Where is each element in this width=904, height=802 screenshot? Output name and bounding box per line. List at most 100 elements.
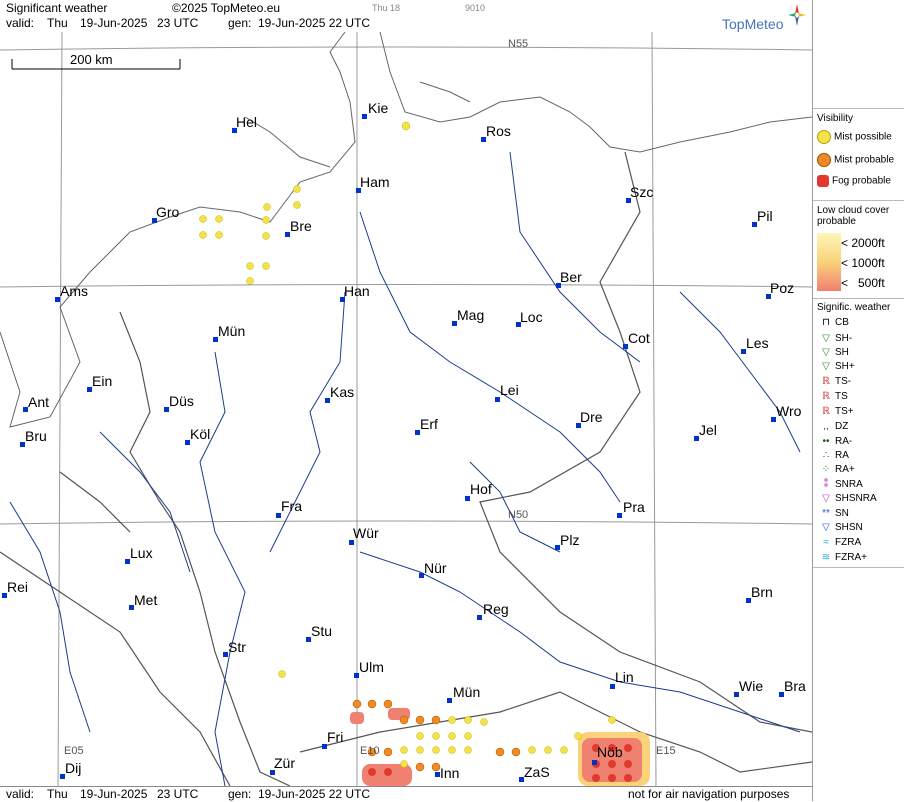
- legend-item-label: SH: [835, 347, 849, 358]
- city-label[interactable]: Ber: [560, 269, 582, 285]
- city-label[interactable]: Zür: [274, 755, 295, 771]
- city-label[interactable]: Lin: [615, 669, 634, 685]
- city-label[interactable]: Kie: [368, 100, 388, 116]
- city-label[interactable]: Pra: [623, 499, 645, 515]
- city-label[interactable]: Les: [746, 335, 769, 351]
- city-label[interactable]: ZaS: [524, 764, 550, 780]
- footer-valid-day: Thu: [47, 787, 68, 801]
- city-label[interactable]: Loc: [520, 309, 543, 325]
- city-label[interactable]: Plz: [560, 532, 579, 548]
- weather-map[interactable]: 200 km N55 N50 E05 E10 E15 Hel Kie Ros H…: [0, 32, 812, 786]
- valid-day: Thu: [47, 16, 68, 30]
- rain-heavy-icon: ⁘: [821, 464, 831, 475]
- city-label[interactable]: Pil: [757, 208, 773, 224]
- city-label[interactable]: Ros: [486, 123, 511, 139]
- city-label[interactable]: Hel: [236, 114, 257, 130]
- city-label[interactable]: Rei: [7, 579, 28, 595]
- city-label[interactable]: Nöb: [597, 744, 623, 760]
- mist-probable-label: Mist probable: [834, 154, 895, 166]
- city-label[interactable]: Nür: [424, 560, 447, 576]
- legend-item-label: DZ: [835, 421, 849, 432]
- legend-item-label: SHSN: [835, 522, 863, 533]
- lc-1000-label: < 1000ft: [841, 256, 885, 270]
- city-label[interactable]: Jel: [699, 422, 717, 438]
- thunderstorm-heavy-icon: ℝ: [822, 406, 830, 417]
- city-label[interactable]: Dij: [65, 760, 81, 776]
- low-cloud-title: Low cloud cover probable: [817, 205, 890, 227]
- city-label[interactable]: Ham: [360, 174, 390, 190]
- legend-item: ⊓ CB: [817, 317, 849, 328]
- city-label[interactable]: Poz: [770, 280, 794, 296]
- grid-label-e10: E10: [360, 745, 380, 757]
- city-label[interactable]: Cot: [628, 330, 650, 346]
- city-label[interactable]: Wie: [739, 678, 763, 694]
- footer-valid-date: 19-Jun-2025: [80, 787, 148, 801]
- city-label[interactable]: Brn: [751, 584, 773, 600]
- city-label[interactable]: Mün: [453, 684, 480, 700]
- city-label[interactable]: Fri: [327, 729, 343, 745]
- city-label[interactable]: Düs: [169, 393, 194, 409]
- city-label[interactable]: Str: [228, 639, 246, 655]
- city-label[interactable]: Ant: [28, 394, 49, 410]
- grid-label-n55: N55: [508, 38, 529, 50]
- city-label[interactable]: Mag: [457, 307, 484, 323]
- legend-item-label: RA-: [835, 436, 853, 447]
- legend-item: ** SN: [817, 508, 849, 519]
- valid-label: valid:: [6, 16, 35, 30]
- city-label[interactable]: Bre: [290, 218, 312, 234]
- city-label[interactable]: Köl: [190, 426, 210, 442]
- city-label[interactable]: Wür: [353, 525, 379, 541]
- freezing-rain-icon: ≈: [823, 537, 829, 548]
- city-label[interactable]: Ulm: [359, 659, 384, 675]
- city-label[interactable]: Dre: [580, 409, 603, 425]
- city-label[interactable]: Lux: [130, 545, 153, 561]
- scale-label: 200 km: [70, 52, 113, 67]
- legend-item-label: FZRA+: [835, 552, 867, 563]
- thunderstorm-light-icon: ℝ: [822, 376, 830, 387]
- code-1: Thu 18: [372, 3, 401, 13]
- city-label[interactable]: Szc: [630, 184, 653, 200]
- legend-item: •• RA-: [817, 436, 852, 447]
- city-label[interactable]: Mün: [218, 323, 245, 339]
- legend-item: ,, DZ: [817, 421, 848, 432]
- legend-item-label: TS-: [835, 376, 852, 387]
- city-label[interactable]: Lei: [500, 382, 519, 398]
- lc-500-label: < 500ft: [841, 276, 885, 290]
- city-label[interactable]: Hof: [470, 481, 492, 497]
- legend-item: ▽ SH-: [817, 333, 852, 344]
- city-label[interactable]: Bru: [25, 428, 47, 444]
- low-cloud-gradient: [817, 233, 841, 291]
- legend-item-label: TS+: [835, 406, 854, 417]
- thunderstorm-icon: ℝ: [822, 391, 830, 402]
- city-label[interactable]: Kas: [330, 384, 354, 400]
- legend-item-label: SH+: [835, 361, 855, 372]
- legend-mist-possible: Mist possible: [817, 130, 892, 144]
- footer-gen-value: 19-Jun-2025 22 UTC: [258, 787, 371, 801]
- city-label[interactable]: Met: [134, 592, 157, 608]
- city-label[interactable]: Gro: [156, 204, 179, 220]
- city-label[interactable]: Bra: [784, 678, 806, 694]
- city-marker: [447, 698, 452, 703]
- city-label[interactable]: Han: [344, 283, 370, 299]
- shower-heavy-icon: ▽: [822, 361, 830, 372]
- legend-item-label: SHSNRA: [835, 493, 877, 504]
- footer-gen-label: gen:: [228, 787, 252, 801]
- rain-icon: ∴: [822, 450, 830, 461]
- map-canvas: [0, 32, 812, 786]
- sig-weather-title: Signific. weather: [817, 302, 891, 313]
- mist-possible-swatch: [817, 130, 831, 144]
- city-label[interactable]: Wro: [776, 403, 801, 419]
- city-label[interactable]: Ein: [92, 373, 112, 389]
- city-label[interactable]: Fra: [281, 498, 302, 514]
- gen-value: 19-Jun-2025 22 UTC: [258, 16, 371, 30]
- footer-valid-label: valid:: [6, 787, 35, 801]
- snow-icon: **: [822, 508, 830, 519]
- city-label[interactable]: Erf: [420, 416, 438, 432]
- city-label[interactable]: Reg: [483, 601, 509, 617]
- city-label[interactable]: Stu: [311, 623, 332, 639]
- footer-bar: valid: Thu 19-Jun-2025 23 UTC gen: 19-Ju…: [0, 786, 812, 802]
- city-label[interactable]: Ams: [60, 283, 88, 299]
- legend-item-label: TS: [835, 391, 848, 402]
- city-label[interactable]: Inn: [440, 765, 459, 781]
- legend-item-label: SNRA: [835, 479, 863, 490]
